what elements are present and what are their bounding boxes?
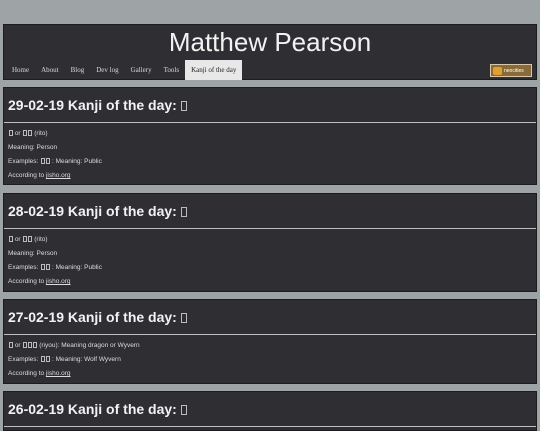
post-card: 28-02-19 Kanji of the day: or (rito) Mea… xyxy=(3,193,537,292)
source-line: According to jisho.org xyxy=(8,172,71,179)
neocities-cat-icon xyxy=(493,67,502,75)
kanji-glyph xyxy=(181,405,188,416)
post-card: 29-02-19 Kanji of the day: or (rito) Mea… xyxy=(3,87,537,185)
nav-blog[interactable]: Blog xyxy=(65,60,91,80)
kanji-examples: Examples: : Meaning: Wolf Wyvern xyxy=(8,356,121,363)
site-header: Matthew Pearson Home About Blog Dev log … xyxy=(3,24,537,80)
jisho-link[interactable]: jisho.org xyxy=(46,172,71,179)
kanji-examples: Examples: : Meaning: Public xyxy=(8,264,102,271)
post-card: 27-02-19 Kanji of the day: or (riyou): M… xyxy=(3,299,537,384)
nav-kanji-of-the-day[interactable]: Kanji of the day xyxy=(185,60,243,80)
kanji-reading: or (rito) xyxy=(8,127,532,141)
neocities-badge-label: neocities xyxy=(504,68,524,74)
kanji-examples: Examples: : Meaning: Public xyxy=(8,158,102,165)
kanji-meaning: Meaning: Person xyxy=(8,250,58,257)
jisho-link[interactable]: jisho.org xyxy=(46,370,71,377)
kanji-reading: or (rito) xyxy=(8,233,532,247)
post-title: 26-02-19 Kanji of the day: xyxy=(4,392,536,427)
neocities-badge[interactable]: neocities xyxy=(490,64,532,77)
nav-dev-log[interactable]: Dev log xyxy=(90,60,124,80)
site-title: Matthew Pearson xyxy=(168,27,372,57)
jisho-link[interactable]: jisho.org xyxy=(46,278,71,285)
nav-gallery[interactable]: Gallery xyxy=(125,60,158,80)
post-body: or (rito) Meaning: Person Examples: : Me… xyxy=(4,123,536,183)
kanji-glyph xyxy=(181,313,188,324)
kanji-meaning: Meaning: Person xyxy=(8,144,58,151)
nav-tools[interactable]: Tools xyxy=(158,60,185,80)
post-title: 28-02-19 Kanji of the day: xyxy=(4,194,536,229)
post-title: 27-02-19 Kanji of the day: xyxy=(4,300,536,335)
post-card: 26-02-19 Kanji of the day: xyxy=(3,391,537,431)
kanji-reading: or (riyou): Meaning dragon or Wyvern xyxy=(8,339,532,353)
post-body: or (rito) Meaning: Person Examples: : Me… xyxy=(4,229,536,289)
nav-about[interactable]: About xyxy=(35,60,65,80)
main-nav: Home About Blog Dev log Gallery Tools Ka… xyxy=(6,60,243,80)
source-line: According to jisho.org xyxy=(8,370,71,377)
kanji-glyph xyxy=(181,101,188,112)
nav-home[interactable]: Home xyxy=(6,60,35,80)
source-line: According to jisho.org xyxy=(8,278,71,285)
kanji-glyph xyxy=(181,207,188,218)
post-body: or (riyou): Meaning dragon or Wyvern Exa… xyxy=(4,335,536,381)
post-title: 29-02-19 Kanji of the day: xyxy=(4,88,536,123)
